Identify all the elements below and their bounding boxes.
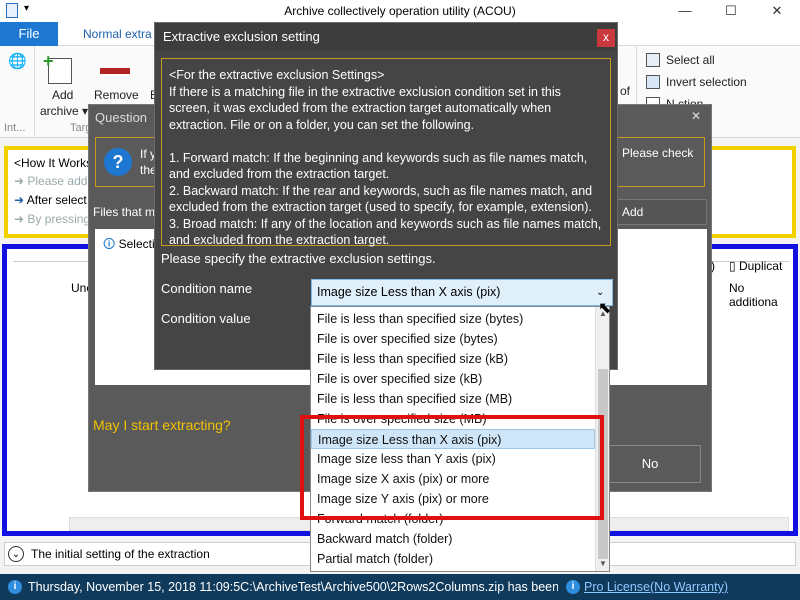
add-button[interactable]: Add	[611, 199, 707, 225]
select-all-label: Select all	[666, 53, 715, 67]
file-tab[interactable]: File	[0, 22, 58, 46]
instruction-text: Please specify the extractive exclusion …	[161, 251, 436, 266]
files-label: Files that m	[93, 205, 156, 219]
minimize-button[interactable]: —	[662, 0, 708, 22]
condition-name-label: Condition name	[161, 281, 253, 296]
condition-name-select[interactable]: Image size Less than X axis (pix) ⌄	[311, 279, 613, 306]
how-step-2-text: After select	[26, 193, 87, 207]
how-step-1: ➜ Please add	[14, 174, 88, 188]
ribbon-divider	[34, 46, 35, 138]
question-title: Question	[95, 110, 148, 125]
status-message: Thursday, November 15, 2018 11:09:5C:\Ar…	[28, 580, 558, 594]
duplicate-header-text: Duplicat	[738, 259, 783, 273]
highlight-annotation-box	[300, 415, 604, 520]
invert-selection-label: Invert selection	[666, 75, 747, 89]
selection-tab-label: Selecti	[118, 237, 155, 251]
how-step-2: ➜ After select	[14, 193, 87, 207]
dropdown-option[interactable]: File is over specified size (bytes)	[311, 329, 595, 349]
exclusion-dialog-title: Extractive exclusion setting	[155, 23, 617, 51]
dropdown-option[interactable]: File is over specified size (kB)	[311, 369, 595, 389]
select-all-icon	[646, 53, 660, 67]
status-bar: i Thursday, November 15, 2018 11:09:5C:\…	[0, 574, 800, 600]
question-text-right: Please check	[622, 146, 694, 160]
duplicate-cell: No additiona	[729, 281, 778, 309]
dropdown-option[interactable]: Partial match (folder)	[311, 549, 595, 569]
how-step-3-text: By pressing	[27, 212, 91, 226]
selection-tab[interactable]: 🛈 Selecti	[103, 235, 155, 256]
add-file-icon: +	[43, 51, 72, 84]
duplicate-column-header[interactable]: ▯ Duplicat	[729, 259, 782, 273]
expand-icon: ⌄	[8, 546, 24, 562]
dropdown-option[interactable]: File is less than specified size (bytes)	[311, 309, 595, 329]
add-archive-label: archive ▾	[40, 104, 89, 118]
info-icon: i	[8, 580, 22, 594]
license-link[interactable]: Pro License(No Warranty)	[584, 574, 728, 600]
select-all-button[interactable]: Select all	[646, 51, 796, 69]
tab-normal-extraction[interactable]: Normal extra	[74, 22, 154, 46]
ribbon-group-int: Int...	[4, 122, 26, 134]
how-step-1-text: Please add	[27, 174, 88, 188]
question-icon: ?	[104, 148, 132, 176]
dropdown-option[interactable]: Backward match (folder)	[311, 529, 595, 549]
no-button[interactable]: No	[599, 445, 701, 483]
start-extracting-prompt: May I start extracting?	[93, 417, 231, 433]
mouse-cursor-icon: ⬉	[598, 300, 612, 317]
how-step-3: ➜ By pressing	[14, 212, 91, 226]
invert-selection-icon	[646, 75, 660, 89]
scroll-down-icon[interactable]: ▼	[599, 559, 607, 568]
question-close-button[interactable]: ✕	[691, 109, 701, 123]
initial-setting-label: The initial setting of the extraction	[31, 547, 210, 561]
exclusion-dialog-close-button[interactable]: x	[597, 29, 615, 47]
maximize-button[interactable]: ☐	[708, 0, 754, 22]
dropdown-option[interactable]: File is less than specified size (MB)	[311, 389, 595, 409]
ribbon-of-label: of	[620, 84, 631, 98]
add-archive-button[interactable]: + Add archive ▾	[40, 50, 88, 128]
remove-icon	[100, 68, 130, 74]
condition-name-selected: Image size Less than X axis (pix)	[317, 285, 501, 299]
remove-label: Remove	[94, 88, 139, 102]
globe-icon[interactable]: 🌐	[8, 52, 27, 70]
how-it-works-title: <How It Works	[14, 156, 93, 170]
invert-selection-button[interactable]: Invert selection	[646, 73, 796, 91]
exclusion-info-text: <For the extractive exclusion Settings> …	[161, 58, 611, 247]
title-bar: ▾ Archive collectively operation utility…	[0, 0, 800, 22]
close-window-button[interactable]: ✕	[754, 0, 800, 22]
condition-value-label: Condition value	[161, 311, 251, 326]
license-info-icon: i	[566, 580, 580, 594]
dropdown-option[interactable]: File is less than specified size (kB)	[311, 349, 595, 369]
add-label: Add	[52, 88, 74, 102]
